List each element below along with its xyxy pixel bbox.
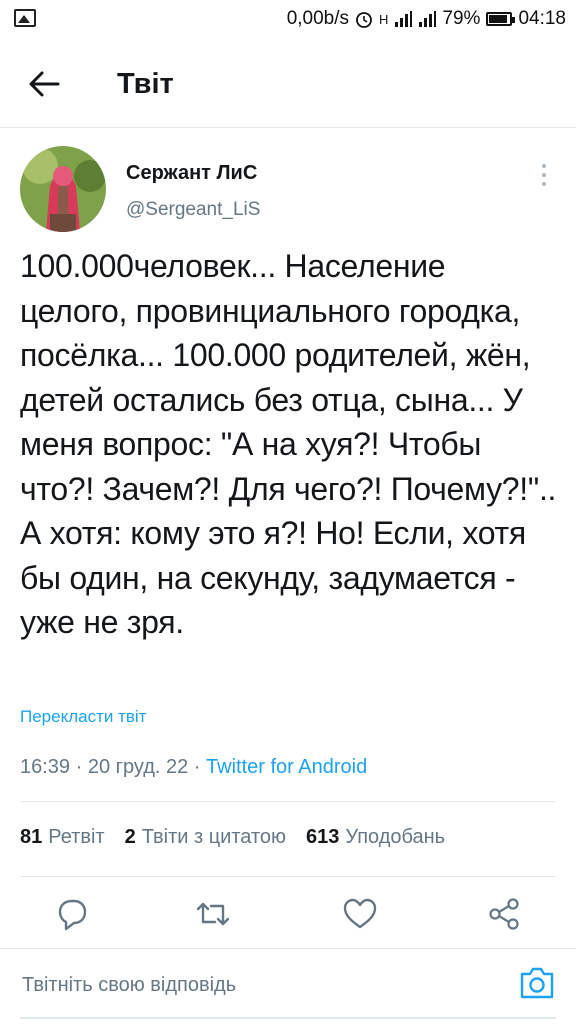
avatar-image: [20, 146, 106, 232]
retweets-label: Ретвіт: [48, 826, 105, 848]
likes-count: 613: [306, 826, 340, 848]
reply-button[interactable]: [52, 894, 92, 934]
reply-input[interactable]: [22, 974, 462, 997]
tweet-text: 100.000человек... Население целого, пров…: [20, 248, 557, 640]
divider: [20, 801, 556, 802]
retweet-icon: [196, 902, 230, 926]
more-vertical-icon: [542, 164, 546, 186]
battery-percent: 79%: [442, 8, 481, 29]
more-options-button[interactable]: [532, 160, 556, 190]
like-button[interactable]: [340, 894, 380, 934]
reply-underline: [20, 1017, 556, 1019]
retweets-stat[interactable]: 81 Ретвіт: [20, 826, 105, 849]
quotes-label: Твіти з цитатою: [141, 826, 287, 848]
tweet-stats: 81 Ретвіт 2 Твіти з цитатою 613 Уподобань: [20, 826, 445, 849]
battery-icon: [486, 12, 516, 26]
share-icon: [489, 898, 519, 930]
camera-button[interactable]: [519, 966, 555, 1000]
quotes-count: 2: [124, 826, 136, 848]
signal-icon: [395, 11, 413, 27]
divider: [20, 876, 556, 877]
alarm-icon: [356, 12, 372, 28]
image-icon: [14, 9, 36, 27]
page-title: Твіт: [117, 68, 174, 100]
tweet-time: 16:39: [20, 756, 71, 778]
network-type: H: [379, 11, 389, 27]
app-header: Твіт: [0, 40, 576, 128]
translate-tweet-link[interactable]: Перекласти твіт: [20, 707, 146, 727]
reply-bar: [0, 950, 576, 1024]
retweet-button[interactable]: [193, 894, 233, 934]
likes-label: Уподобань: [345, 826, 446, 848]
reply-icon: [58, 899, 87, 931]
share-button[interactable]: [484, 894, 524, 934]
author-name[interactable]: Сержант ЛиС: [126, 162, 257, 185]
back-button[interactable]: [24, 66, 64, 102]
status-bar: 0,00b/s H 79% 04:18: [0, 0, 576, 40]
tweet-date: 20 груд. 22: [87, 756, 189, 778]
tweet-source-link[interactable]: Twitter for Android: [206, 756, 367, 778]
author-handle[interactable]: @Sergeant_LiS: [126, 199, 260, 221]
avatar[interactable]: [20, 146, 106, 232]
tweet-meta: 16:39 · 20 груд. 22 · Twitter for Androi…: [20, 756, 367, 779]
likes-stat[interactable]: 613 Уподобань: [306, 826, 445, 849]
clock: 04:18: [518, 8, 566, 29]
like-icon: [343, 898, 377, 929]
camera-icon: [520, 967, 554, 999]
tweet-actions: [0, 888, 576, 940]
meta-separator: ·: [193, 756, 201, 778]
signal-icon: [419, 11, 437, 27]
meta-separator: ·: [75, 756, 83, 778]
net-speed: 0,00b/s: [286, 8, 350, 29]
quotes-stat[interactable]: 2 Твіти з цитатою: [125, 826, 286, 849]
retweets-count: 81: [20, 826, 43, 848]
status-icons: 0,00b/s H 79% 04:18: [287, 8, 566, 30]
arrow-left-icon: [29, 71, 60, 97]
divider: [0, 948, 576, 949]
